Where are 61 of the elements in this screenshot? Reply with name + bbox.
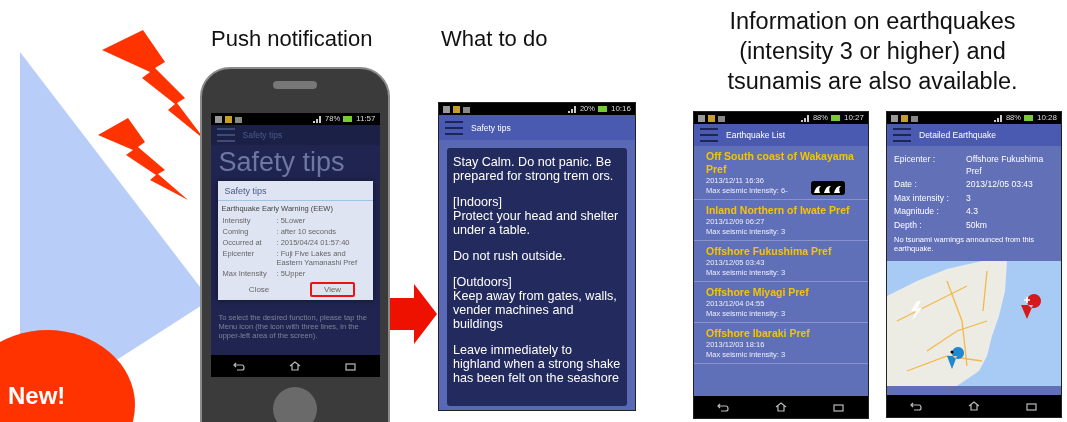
dialog-title: Safety tips xyxy=(217,181,373,201)
earthquake-title: Offshore Miyagi Pref xyxy=(706,286,810,299)
home-icon[interactable] xyxy=(289,361,301,371)
tip-text: [Outdoors] Keep away from gates, walls, vender machines and buildings xyxy=(453,275,618,331)
notification-icons xyxy=(698,114,726,122)
tip-text: [Indoors] Protect your head and shelter under a table. xyxy=(453,195,620,237)
detail-value: 50km xyxy=(966,219,988,231)
battery-icon xyxy=(1023,115,1034,121)
detail-label: Date : xyxy=(894,179,918,191)
detail-value: 2013/12/05 03:43 xyxy=(966,179,1034,191)
clock-time: 11:57 xyxy=(356,114,376,124)
detail-value: Offshore Fukushima Pref xyxy=(966,154,1045,177)
detail-label: Epicenter : xyxy=(894,154,937,166)
notification-icons xyxy=(891,114,919,122)
badge-text: New! xyxy=(8,382,66,410)
dialog-button[interactable]: View xyxy=(309,282,356,297)
app-bar-title: Earthquake List xyxy=(726,130,786,140)
tip-text: Do not rush outside. xyxy=(453,249,567,263)
detail-value: 4.3 xyxy=(966,206,979,218)
clock-time: 10:27 xyxy=(843,113,864,123)
dialog-button[interactable]: Close xyxy=(234,282,284,297)
battery-icon xyxy=(343,116,354,122)
detail-label: Magnitude : xyxy=(894,206,940,218)
detail-label: Depth : xyxy=(894,219,923,231)
signal-icon xyxy=(313,115,323,123)
recent-apps-icon[interactable] xyxy=(1026,401,1038,411)
clock-time: 10:28 xyxy=(1036,113,1057,123)
tip-text: Leave immediately to highland when a strong shake has been felt on the seashore xyxy=(453,343,621,385)
clock-time: 10:16 xyxy=(610,104,631,114)
earthquake-title: Off South coast of Wakayama Pref xyxy=(706,150,855,176)
caption: What to do xyxy=(441,26,548,52)
notification-icons xyxy=(214,115,243,123)
signal-icon xyxy=(567,105,577,113)
recent-apps-icon[interactable] xyxy=(833,402,845,412)
signal-icon xyxy=(800,114,810,122)
home-icon[interactable] xyxy=(968,401,980,411)
back-icon[interactable] xyxy=(232,361,245,371)
battery-icon xyxy=(830,115,841,121)
detail-value: 3 xyxy=(966,192,972,204)
back-icon[interactable] xyxy=(910,401,922,411)
earthquake-title: Inland Northern of Iwate Pref xyxy=(706,204,851,217)
tip-text: Stay Calm. Do not panic. Be prepared for strong trem ors. xyxy=(453,155,615,183)
caption: Information on earthquakes (intensity 3 or higher) and tsunamis are also available. xyxy=(726,7,1019,96)
map-pin-icon xyxy=(1021,294,1041,319)
background-title: Safety tips xyxy=(217,146,346,179)
detail-label: Max intensity : xyxy=(894,192,950,204)
earthquake-title: Offshore Ibaraki Pref xyxy=(706,327,811,340)
earthquake-title: Offshore Fukushima Pref xyxy=(706,245,833,258)
app-bar-title: Safety tips xyxy=(471,122,511,133)
app-bar-title: Safety tips xyxy=(242,130,283,140)
recent-apps-icon[interactable] xyxy=(345,361,358,371)
app-bar-title: Detailed Earthquake xyxy=(919,130,997,140)
map-pin-icon xyxy=(947,347,964,369)
home-icon[interactable] xyxy=(775,402,787,412)
caption: Push notification xyxy=(211,26,373,52)
arrow-drawing xyxy=(390,284,437,344)
back-icon[interactable] xyxy=(717,402,729,412)
speaker-grille xyxy=(273,81,317,89)
battery-icon xyxy=(597,106,608,112)
signal-icon xyxy=(993,114,1003,122)
notification-icons xyxy=(443,105,471,113)
